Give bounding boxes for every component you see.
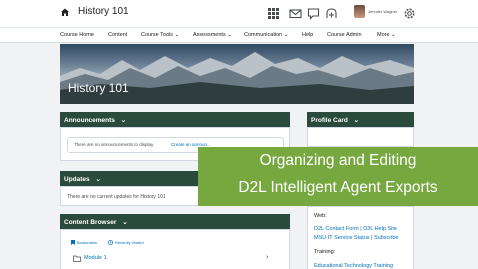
- announcements-title: Announcements: [64, 117, 115, 124]
- overlay-line-2: D2L Intelligent Agent Exports: [238, 179, 438, 196]
- nav-course-tools[interactable]: Course Tools ⌄: [141, 32, 179, 38]
- nav-communication[interactable]: Communication ⌄: [244, 32, 288, 38]
- course-banner: History 101: [60, 44, 414, 104]
- nav-course-home[interactable]: Course Home: [60, 32, 94, 38]
- updates-icon[interactable]: [325, 7, 338, 20]
- profile-card-header[interactable]: Profile Card ⌄: [307, 112, 414, 127]
- module-link[interactable]: Module 1: [84, 255, 107, 261]
- chevron-down-icon[interactable]: ⌄: [95, 176, 100, 183]
- announcements-header[interactable]: Announcements ⌄: [60, 112, 290, 127]
- bookmark-icon: [71, 240, 75, 245]
- chevron-right-icon[interactable]: ›: [266, 254, 268, 261]
- help-links-line-2[interactable]: MSU IT Service Status | Subscribe: [314, 235, 398, 241]
- resources-widget: Web: D2L Contact Form | D3L Help Site MS…: [307, 206, 414, 269]
- avatar[interactable]: [354, 5, 365, 18]
- user-name[interactable]: Jennifer Wagner: [368, 9, 397, 14]
- help-links-line-1[interactable]: D2L Contact Form | D3L Help Site: [314, 226, 397, 232]
- clock-icon: [108, 240, 113, 245]
- web-label: Web:: [314, 213, 327, 219]
- course-navbar: Course Home Content Course Tools ⌄ Asses…: [0, 27, 478, 43]
- folder-icon: [73, 255, 81, 262]
- mountain-image: [60, 52, 414, 104]
- content-browser-title: Content Browser: [64, 219, 117, 226]
- updates-title: Updates: [64, 176, 90, 183]
- nav-assessments[interactable]: Assessments ⌄: [193, 32, 232, 38]
- nav-help[interactable]: Help: [302, 32, 313, 38]
- training-label: Training:: [314, 249, 336, 255]
- home-icon[interactable]: [60, 7, 70, 17]
- announcements-empty-text: There are no announcements to display.: [74, 142, 155, 147]
- waffle-grid-icon[interactable]: [267, 7, 280, 20]
- training-link[interactable]: Educational Technology Training: [314, 263, 393, 269]
- content-browser-header[interactable]: Content Browser ⌄: [60, 214, 290, 229]
- updates-empty-text: There are no current updates for History…: [67, 194, 166, 200]
- chevron-down-icon[interactable]: ⌄: [122, 219, 127, 226]
- bookmarks-link[interactable]: Bookmarks: [77, 240, 97, 245]
- chevron-down-icon[interactable]: ⌄: [121, 117, 126, 124]
- mail-icon[interactable]: [289, 7, 302, 20]
- title-overlay: Organizing and Editing D2L Intelligent A…: [198, 147, 478, 206]
- gear-icon[interactable]: [403, 7, 416, 20]
- content-browser-body: Bookmarks Recently Visited Module 1 ›: [60, 229, 290, 269]
- top-bar: History 101 Jennifer Wagner: [0, 0, 478, 27]
- nav-content[interactable]: Content: [108, 32, 127, 38]
- chevron-down-icon[interactable]: ⌄: [354, 117, 359, 124]
- chat-icon[interactable]: [307, 7, 320, 20]
- nav-course-admin[interactable]: Course Admin: [327, 32, 362, 38]
- recently-visited-link[interactable]: Recently Visited: [115, 240, 144, 245]
- overlay-line-1: Organizing and Editing: [259, 152, 417, 169]
- banner-title: History 101: [68, 81, 129, 95]
- profile-card-title: Profile Card: [311, 117, 348, 124]
- profile-card-body: [307, 127, 414, 147]
- nav-more[interactable]: More ⌄: [377, 32, 396, 38]
- course-title[interactable]: History 101: [78, 6, 129, 17]
